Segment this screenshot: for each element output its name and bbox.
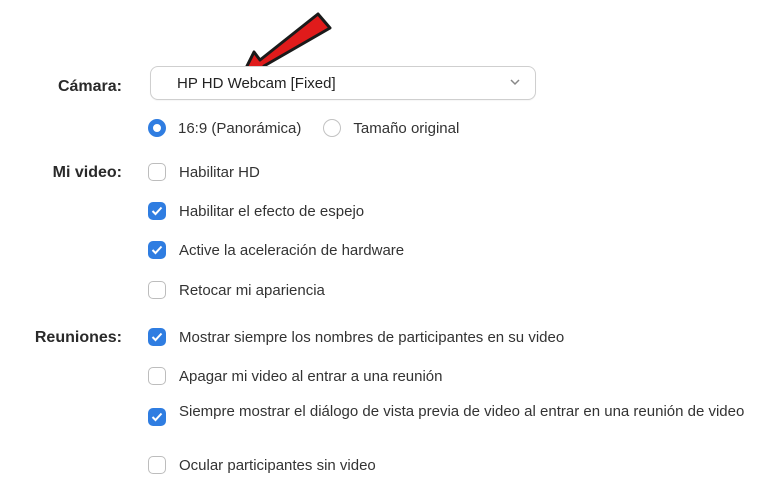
option-label: Habilitar el efecto de espejo	[179, 203, 365, 220]
checkmark-icon	[151, 245, 163, 255]
option-video-preview-dialog[interactable]: Siempre mostrar el diálogo de vista prev…	[148, 402, 748, 426]
checkbox-show-participant-names[interactable]	[148, 328, 166, 346]
option-mirror-effect[interactable]: Habilitar el efecto de espejo	[148, 202, 364, 221]
camera-select[interactable]: HP HD Webcam [Fixed]	[150, 66, 536, 100]
checkbox-turn-off-video-on-join[interactable]	[148, 367, 166, 385]
option-show-participant-names[interactable]: Mostrar siempre los nombres de participa…	[148, 328, 564, 347]
option-label: Habilitar HD	[179, 164, 260, 181]
option-label: Retocar mi apariencia	[179, 282, 325, 299]
my-video-label: Mi video:	[52, 164, 122, 181]
checkbox-mirror-effect[interactable]	[148, 202, 166, 220]
option-hide-non-video-participants[interactable]: Ocular participantes sin video	[148, 456, 376, 475]
chevron-down-icon	[510, 79, 520, 86]
radio-original-size[interactable]	[323, 119, 342, 137]
camera-select-value: HP HD Webcam [Fixed]	[177, 75, 336, 92]
camera-label: Cámara:	[57, 78, 122, 95]
checkbox-enable-hd[interactable]	[148, 163, 166, 181]
option-label: Active la aceleración de hardware	[179, 242, 405, 259]
aspect-ratio-group: 16:9 (Panorámica) Tamaño original	[148, 119, 481, 137]
checkmark-icon	[151, 332, 163, 342]
option-hardware-acceleration[interactable]: Active la aceleración de hardware	[148, 241, 404, 260]
option-enable-hd[interactable]: Habilitar HD	[148, 163, 260, 182]
checkmark-icon	[151, 412, 163, 422]
radio-16-9-label: 16:9 (Panorámica)	[178, 119, 302, 137]
meetings-label: Reuniones:	[34, 329, 122, 346]
radio-original-size-label: Tamaño original	[353, 119, 460, 137]
checkbox-video-preview-dialog[interactable]	[148, 408, 166, 426]
option-label: Apagar mi video al entrar a una reunión	[179, 368, 443, 385]
radio-16-9[interactable]	[148, 119, 166, 137]
option-label: Ocular participantes sin video	[179, 457, 376, 474]
option-label: Siempre mostrar el diálogo de vista prev…	[179, 403, 745, 420]
option-turn-off-video-on-join[interactable]: Apagar mi video al entrar a una reunión	[148, 367, 443, 386]
checkbox-hide-non-video-participants[interactable]	[148, 456, 166, 474]
option-touch-up-appearance[interactable]: Retocar mi apariencia	[148, 281, 325, 300]
option-label: Mostrar siempre los nombres de participa…	[179, 329, 565, 346]
checkbox-hardware-acceleration[interactable]	[148, 241, 166, 259]
checkmark-icon	[151, 206, 163, 216]
checkbox-touch-up-appearance[interactable]	[148, 281, 166, 299]
